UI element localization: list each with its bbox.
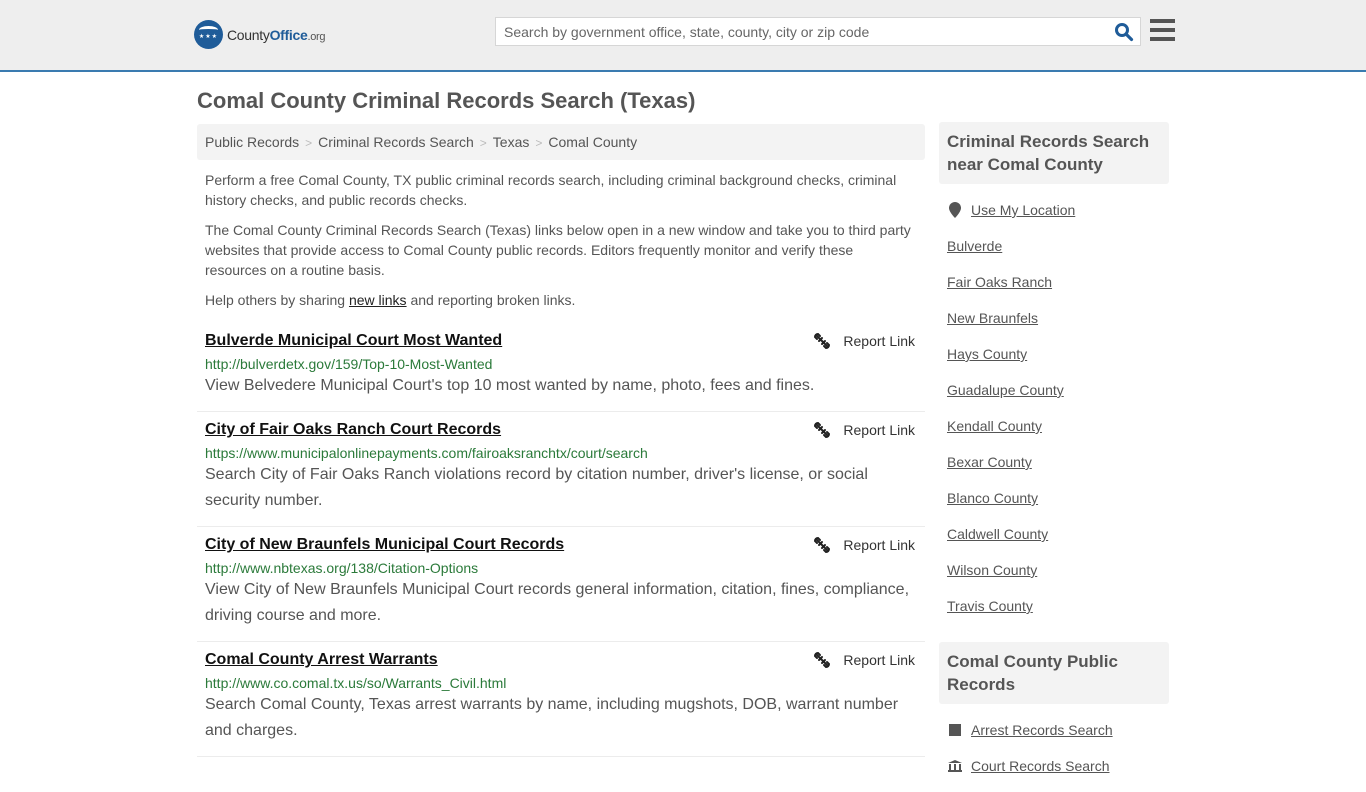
result-item: City of Fair Oaks Ranch Court Records ht… <box>197 412 925 527</box>
report-link-button[interactable]: Report Link <box>813 651 915 669</box>
result-url: http://www.co.comal.tx.us/so/Warrants_Ci… <box>205 675 507 691</box>
sidebar-public-records-heading: Comal County Public Records <box>939 642 1169 704</box>
sidebar-item-travis-county[interactable]: Travis County <box>947 588 1161 624</box>
search-box <box>495 17 1141 46</box>
logo-eagle-icon: ★★★ <box>194 20 223 49</box>
result-title-link[interactable]: Bulverde Municipal Court Most Wanted <box>205 331 502 351</box>
intro-paragraph-2: The Comal County Criminal Records Search… <box>205 222 911 278</box>
report-link-button[interactable]: Report Link <box>813 332 915 350</box>
broken-link-icon <box>814 651 831 669</box>
sidebar-item-bulverde[interactable]: Bulverde <box>947 228 1161 264</box>
intro-paragraph-1: Perform a free Comal County, TX public c… <box>205 172 897 208</box>
sidebar-item-arrest-records[interactable]: Arrest Records Search <box>947 712 1161 748</box>
logo-text: CountyOffice.org <box>227 26 326 43</box>
hamburger-menu-icon[interactable] <box>1150 19 1175 41</box>
map-marker-icon <box>947 202 963 218</box>
breadcrumb-texas[interactable]: Texas <box>493 134 530 150</box>
result-title-link[interactable]: City of New Braunfels Municipal Court Re… <box>205 535 564 555</box>
breadcrumb-public-records[interactable]: Public Records <box>205 134 299 150</box>
site-logo[interactable]: ★★★ CountyOffice.org <box>194 20 326 49</box>
sidebar-item-bexar-county[interactable]: Bexar County <box>947 444 1161 480</box>
result-url: https://www.municipalonlinepayments.com/… <box>205 445 648 461</box>
results-list: Bulverde Municipal Court Most Wanted htt… <box>197 323 925 757</box>
page-title: Comal County Criminal Records Search (Te… <box>197 88 696 113</box>
sidebar-nearby-heading: Criminal Records Search near Comal Count… <box>939 122 1169 184</box>
broken-link-icon <box>814 332 831 350</box>
report-link-button[interactable]: Report Link <box>813 421 915 439</box>
sidebar-nearby-list: Use My Location Bulverde Fair Oaks Ranch… <box>939 184 1169 632</box>
courthouse-icon <box>947 760 963 772</box>
sidebar-item-caldwell-county[interactable]: Caldwell County <box>947 516 1161 552</box>
sidebar-item-court-records[interactable]: Court Records Search <box>947 748 1161 784</box>
use-my-location-link[interactable]: Use My Location <box>971 202 1075 218</box>
new-links-link[interactable]: new links <box>349 292 407 308</box>
breadcrumb-criminal-records-search[interactable]: Criminal Records Search <box>318 134 474 150</box>
breadcrumb-separator: > <box>479 136 487 150</box>
result-item: City of New Braunfels Municipal Court Re… <box>197 527 925 642</box>
result-item: Bulverde Municipal Court Most Wanted htt… <box>197 323 925 412</box>
breadcrumb-separator: > <box>535 136 543 150</box>
intro-text: Perform a free Comal County, TX public c… <box>205 170 917 320</box>
result-title-link[interactable]: Comal County Arrest Warrants <box>205 650 438 670</box>
sidebar: Criminal Records Search near Comal Count… <box>939 122 1169 792</box>
broken-link-icon <box>814 536 831 554</box>
result-url: http://bulverdetx.gov/159/Top-10-Most-Wa… <box>205 356 493 372</box>
result-url: http://www.nbtexas.org/138/Citation-Opti… <box>205 560 479 576</box>
breadcrumb-separator: > <box>305 136 313 150</box>
search-button[interactable] <box>1114 22 1134 42</box>
sidebar-item-hays-county[interactable]: Hays County <box>947 336 1161 372</box>
search-icon <box>1115 23 1134 42</box>
result-description: Search Comal County, Texas arrest warran… <box>205 696 899 739</box>
intro-paragraph-3: Help others by sharing new links and rep… <box>205 292 576 308</box>
broken-link-icon <box>814 421 831 439</box>
sidebar-item-fair-oaks-ranch[interactable]: Fair Oaks Ranch <box>947 264 1161 300</box>
sidebar-item-new-braunfels[interactable]: New Braunfels <box>947 300 1161 336</box>
search-input[interactable] <box>496 18 1096 45</box>
sidebar-item-kendall-county[interactable]: Kendall County <box>947 408 1161 444</box>
sidebar-item-guadalupe-county[interactable]: Guadalupe County <box>947 372 1161 408</box>
sidebar-item-blanco-county[interactable]: Blanco County <box>947 480 1161 516</box>
report-link-button[interactable]: Report Link <box>813 536 915 554</box>
sidebar-public-records-list: Arrest Records Search Court Records Sear… <box>939 704 1169 792</box>
result-description: Search City of Fair Oaks Ranch violation… <box>205 466 868 509</box>
square-icon <box>947 724 963 736</box>
result-title-link[interactable]: City of Fair Oaks Ranch Court Records <box>205 420 501 440</box>
breadcrumb: Public Records > Criminal Records Search > T… <box>197 124 925 160</box>
sidebar-item-wilson-county[interactable]: Wilson County <box>947 552 1161 588</box>
use-my-location: Use My Location <box>947 192 1161 228</box>
result-description: View Belvedere Municipal Court's top 10 … <box>205 377 815 394</box>
site-header: ★★★ CountyOffice.org <box>0 0 1366 72</box>
breadcrumb-comal-county: Comal County <box>548 134 638 150</box>
result-item: Comal County Arrest Warrants http://www.… <box>197 642 925 757</box>
result-description: View City of New Braunfels Municipal Cou… <box>205 581 910 624</box>
